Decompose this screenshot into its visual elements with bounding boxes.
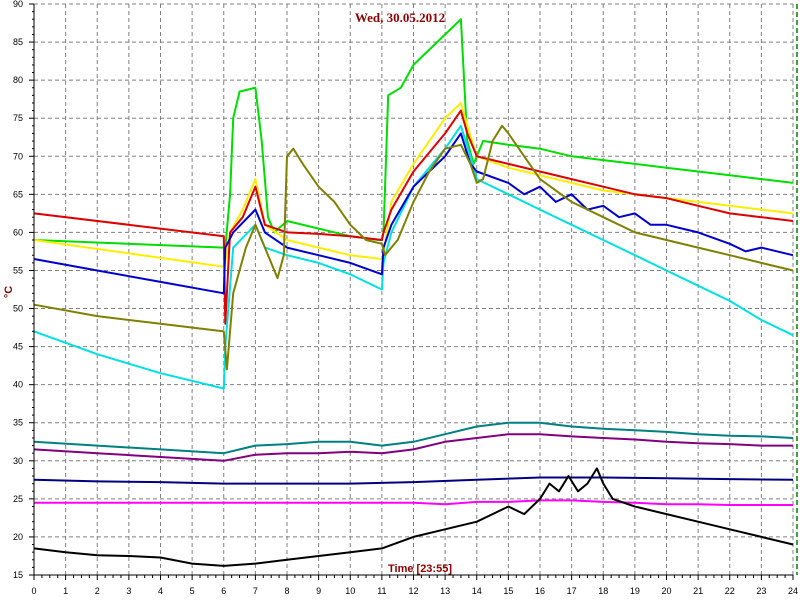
y-tick-label: 50 bbox=[13, 304, 23, 314]
x-tick-label: 1 bbox=[63, 586, 68, 596]
y-tick-label: 60 bbox=[13, 227, 23, 237]
y-tick-label: 55 bbox=[13, 265, 23, 275]
x-tick-label: 9 bbox=[316, 586, 321, 596]
x-tick-label: 19 bbox=[630, 586, 640, 596]
x-tick-label: 5 bbox=[190, 586, 195, 596]
x-tick-label: 22 bbox=[725, 586, 735, 596]
axes bbox=[29, 3, 794, 580]
chart-title: Wed, 30.05.2012 bbox=[355, 10, 445, 25]
x-tick-label: 18 bbox=[598, 586, 608, 596]
y-tick-label: 30 bbox=[13, 456, 23, 466]
x-tick-label: 24 bbox=[788, 586, 798, 596]
y-tick-label: 40 bbox=[13, 380, 23, 390]
x-tick-labels: 0 1 2 3 4 5 6 7 8 9 10 11 12 13 14 15 16 17 18 19 20 21 22 23 24 bbox=[31, 586, 798, 596]
y-tick-label: 20 bbox=[13, 532, 23, 542]
y-tick-label: 80 bbox=[13, 75, 23, 85]
series-line-5 bbox=[33, 132, 794, 295]
y-tick-label: 65 bbox=[13, 189, 23, 199]
x-tick-label: 10 bbox=[345, 586, 355, 596]
x-tick-label: 2 bbox=[95, 586, 100, 596]
x-tick-label: 8 bbox=[284, 586, 289, 596]
y-tick-label: 90 bbox=[13, 0, 23, 9]
x-tick-label: 23 bbox=[756, 586, 766, 596]
x-tick-label: 14 bbox=[472, 586, 482, 596]
x-tick-label: 11 bbox=[377, 586, 386, 596]
x-tick-label: 16 bbox=[535, 586, 545, 596]
grid bbox=[33, 3, 794, 576]
y-tick-label: 15 bbox=[13, 570, 23, 580]
x-axis-label: Time [23:55] bbox=[388, 563, 452, 575]
y-tick-label: 45 bbox=[13, 342, 23, 352]
x-tick-label: 6 bbox=[221, 586, 226, 596]
x-tick-label: 4 bbox=[158, 586, 163, 596]
y-tick-label: 75 bbox=[13, 113, 23, 123]
x-tick-label: 20 bbox=[661, 586, 671, 596]
y-tick-label: 35 bbox=[13, 418, 23, 428]
x-tick-label: 3 bbox=[126, 586, 131, 596]
x-tick-label: 17 bbox=[567, 586, 577, 596]
x-tick-label: 12 bbox=[408, 586, 418, 596]
y-tick-label: 25 bbox=[13, 494, 23, 504]
x-tick-label: 7 bbox=[253, 586, 258, 596]
y-tick-label: 70 bbox=[13, 151, 23, 161]
temperature-chart: 0 1 2 3 4 5 6 7 8 9 10 11 12 13 14 15 16 17 18 19 20 21 22 23 24… bbox=[3, 0, 798, 596]
x-tick-label: 13 bbox=[440, 586, 450, 596]
y-tick-label: 85 bbox=[13, 37, 23, 47]
y-axis-label: °C bbox=[3, 286, 15, 298]
x-tick-label: 21 bbox=[693, 586, 703, 596]
x-tick-label: 15 bbox=[503, 586, 513, 596]
x-tick-label: 0 bbox=[31, 586, 36, 596]
